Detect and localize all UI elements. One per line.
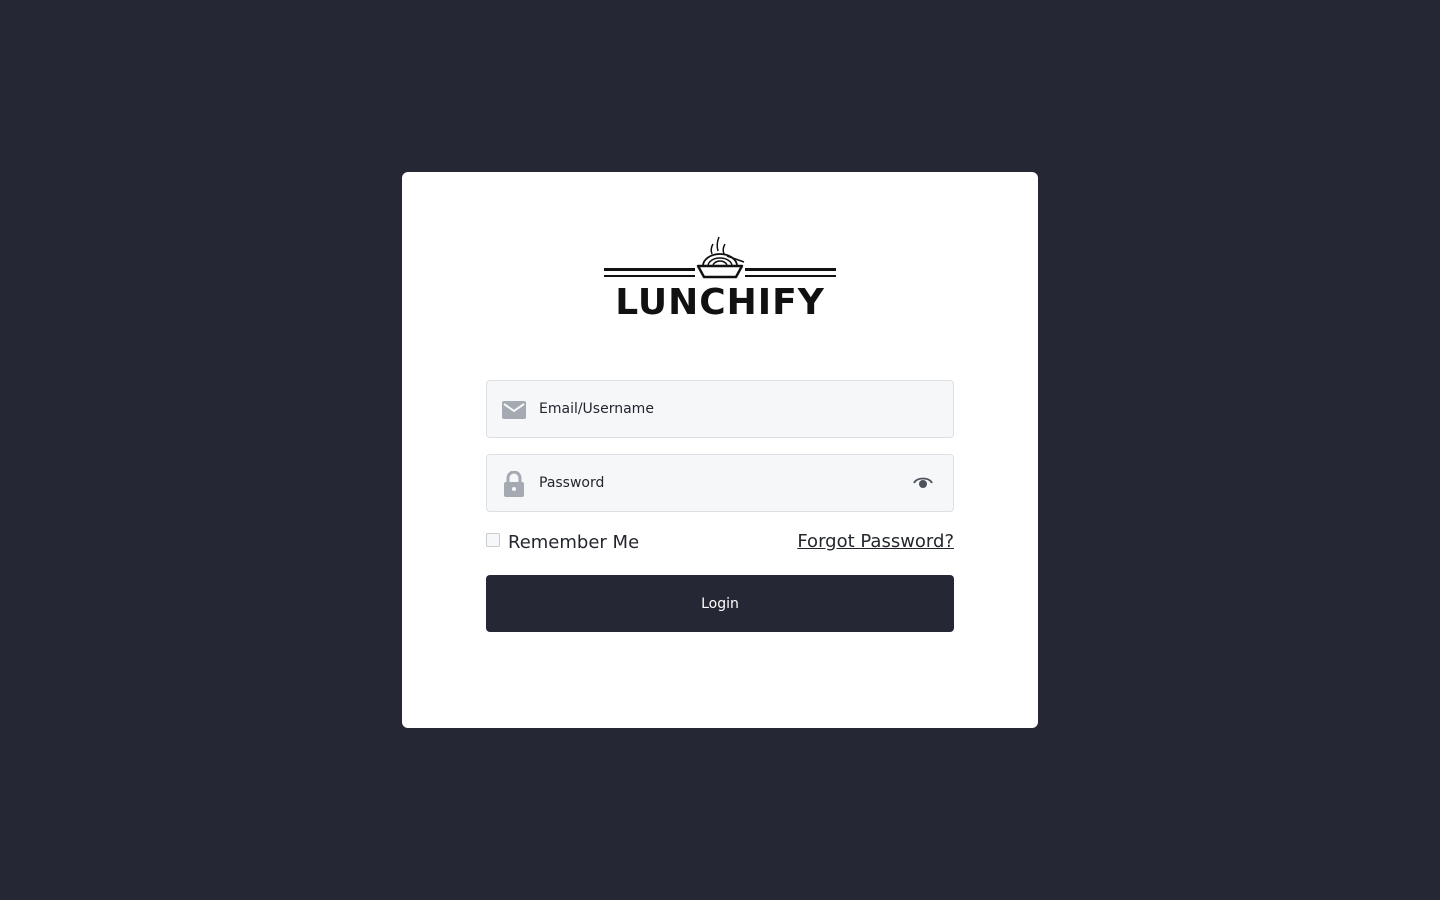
- remember-me-label[interactable]: Remember Me: [508, 532, 639, 553]
- remember-me: Remember Me: [486, 530, 639, 554]
- login-button[interactable]: Login: [486, 575, 954, 632]
- eye-icon[interactable]: [913, 475, 933, 491]
- lunchify-logo: LUNCHIFY: [604, 236, 836, 320]
- lock-icon: [504, 471, 524, 497]
- password-input[interactable]: [539, 455, 899, 511]
- envelope-icon: [502, 401, 526, 419]
- email-input[interactable]: [539, 381, 899, 437]
- login-card: LUNCHIFY Remember Me Forgot Password? Lo…: [402, 172, 1038, 728]
- remember-me-checkbox[interactable]: [486, 533, 500, 547]
- brand-wordmark: LUNCHIFY: [615, 282, 825, 320]
- password-field: [486, 454, 954, 512]
- forgot-password-link[interactable]: Forgot Password?: [797, 531, 954, 552]
- email-field: [486, 380, 954, 438]
